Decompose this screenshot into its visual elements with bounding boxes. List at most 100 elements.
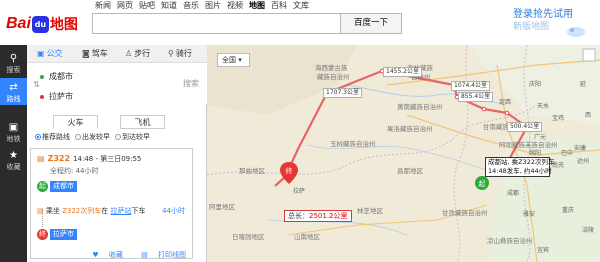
origin-field[interactable]: 成都市 bbox=[40, 71, 73, 82]
left-rail: ⚲ 搜索 ⇄ 路线 ▣ 地铁 ★ 收藏 bbox=[0, 45, 27, 262]
nav-wenku[interactable]: 文库 bbox=[290, 0, 312, 11]
mode-bike-label: 骑行 bbox=[175, 49, 192, 58]
rail-favorites[interactable]: ★ 收藏 bbox=[0, 146, 27, 173]
swap-icon[interactable]: ⇅ bbox=[33, 80, 40, 89]
start-badge: 起 bbox=[37, 181, 48, 192]
mode-drive[interactable]: ◙ 驾车 bbox=[82, 45, 108, 63]
map-label: 达州 bbox=[577, 158, 590, 165]
route-actions: ♥ 收藏 ▤ 打印线图 bbox=[76, 250, 186, 260]
end-station-row: 终拉萨市 bbox=[37, 229, 77, 240]
bike-icon: ⚲ bbox=[168, 49, 174, 58]
search-icon: ⚲ bbox=[9, 53, 18, 64]
map-label: 安康 bbox=[574, 145, 587, 152]
option-earliest-arrive-label: 到达较早 bbox=[122, 133, 150, 141]
top-nav: 新闻 网页 贴吧 知道 音乐 图片 视频 地图 百科 文库 bbox=[92, 0, 312, 11]
map-label: 成都 bbox=[507, 190, 520, 197]
nav-tieba[interactable]: 贴吧 bbox=[136, 0, 158, 11]
rail-route[interactable]: ⇄ 路线 bbox=[0, 78, 27, 105]
map-region-select[interactable]: 全国 ▾ bbox=[217, 53, 250, 67]
map-label: 西 bbox=[585, 112, 592, 119]
nav-news[interactable]: 新闻 bbox=[92, 0, 114, 11]
print-route-button[interactable]: ▤ 打印线图 bbox=[133, 251, 186, 259]
rail-metro-label: 地铁 bbox=[6, 135, 21, 143]
save-route-button[interactable]: ♥ 收藏 bbox=[84, 251, 123, 259]
promo-title: 登录抢先试用 bbox=[513, 9, 573, 20]
map-label: 天水 bbox=[537, 103, 550, 110]
tab-train[interactable]: 火车 bbox=[53, 115, 98, 129]
map-label: 藏族自治州 bbox=[317, 73, 350, 81]
map-label: 甘孜藏族自治州 bbox=[442, 209, 488, 217]
segment-distance: 500.4公里 bbox=[507, 122, 543, 132]
map-label: 宝鸡 bbox=[552, 115, 565, 122]
option-earliest-arrive[interactable]: 到达较早 bbox=[115, 132, 150, 142]
mode-bike[interactable]: ⚲ 骑行 bbox=[168, 45, 192, 63]
origin-dot-icon bbox=[40, 74, 44, 79]
rail-metro[interactable]: ▣ 地铁 bbox=[0, 118, 27, 145]
route-panel: ▣ 公交 ◙ 驾车 ♙ 步行 ⚲ 骑行 成都市 ⇅ 拉萨市 搜索 火车 飞机 推… bbox=[27, 45, 207, 262]
total-prefix: 总长： bbox=[288, 212, 309, 220]
metro-icon: ▣ bbox=[8, 122, 19, 133]
route-header: ▤ Z322 14:48 - 第三日09:55 bbox=[37, 154, 141, 164]
step-mid: 在 bbox=[101, 207, 109, 215]
step-station-link[interactable]: 拉萨站 bbox=[110, 207, 131, 215]
nav-images[interactable]: 图片 bbox=[202, 0, 224, 11]
top-header: Bai du 地图 新闻 网页 贴吧 知道 音乐 图片 视频 地图 百科 文库 … bbox=[0, 0, 600, 45]
segment-distance: 855.4公里 bbox=[458, 92, 494, 102]
nav-music[interactable]: 音乐 bbox=[180, 0, 202, 11]
map-label: 黄南藏族自治州 bbox=[397, 103, 443, 111]
route-step: ▤ 乘坐 Z322次列车在 拉萨站下车 44小时 bbox=[37, 206, 189, 216]
logo-paw-icon: du bbox=[31, 15, 49, 33]
map-label: 宜宾 bbox=[537, 247, 550, 254]
mode-walk[interactable]: ♙ 步行 bbox=[125, 45, 150, 63]
route-duration: 全程约: 44小时 bbox=[50, 167, 99, 175]
nav-map[interactable]: 地图 bbox=[246, 0, 268, 11]
map-label: 巴中 bbox=[561, 150, 574, 157]
option-recommended[interactable]: 推荐路线 bbox=[35, 132, 70, 142]
step-duration: 44小时 bbox=[162, 207, 185, 215]
save-label: 收藏 bbox=[108, 251, 123, 259]
map-canvas[interactable]: 起 终 全国 ▾ 海西蒙古族 藏族自治州 海北藏族 自治州 黄南藏族自治州 兰州… bbox=[207, 45, 600, 262]
map-label: 拉萨 bbox=[293, 188, 306, 195]
start-marker-text: 起 bbox=[479, 180, 486, 188]
map-svg: 起 终 bbox=[207, 45, 600, 262]
map-label: 山南地区 bbox=[294, 233, 320, 241]
promo-mascot-icon bbox=[567, 27, 585, 37]
route-result-card[interactable]: ▤ Z322 14:48 - 第三日09:55 全程约: 44小时 起成都市 ▤ 乘… bbox=[30, 148, 193, 259]
radio-icon bbox=[75, 134, 81, 140]
nav-baike[interactable]: 百科 bbox=[268, 0, 290, 11]
logo-ditu: 地图 bbox=[49, 17, 78, 33]
route-vertex bbox=[504, 110, 510, 116]
heart-icon: ♥ bbox=[92, 251, 99, 259]
car-icon: ◙ bbox=[82, 49, 90, 58]
nav-video[interactable]: 视频 bbox=[224, 0, 246, 11]
rail-search[interactable]: ⚲ 搜索 bbox=[0, 49, 27, 76]
origin-value: 成都市 bbox=[49, 72, 73, 81]
map-label: 延 bbox=[580, 81, 587, 88]
end-marker-text: 终 bbox=[286, 166, 293, 175]
destination-field[interactable]: 拉萨市 bbox=[40, 91, 73, 102]
search-input[interactable] bbox=[92, 13, 341, 34]
nav-zhidao[interactable]: 知道 bbox=[158, 0, 180, 11]
fullscreen-button[interactable] bbox=[582, 48, 596, 62]
option-earliest-depart[interactable]: 出发较早 bbox=[75, 132, 110, 142]
tab-flight[interactable]: 飞机 bbox=[120, 115, 165, 129]
start-station[interactable]: 成都市 bbox=[50, 181, 77, 192]
bus-icon: ▣ bbox=[37, 49, 45, 58]
map-label: 果洛藏族自治州 bbox=[387, 125, 433, 133]
mode-bus[interactable]: ▣ 公交 bbox=[37, 45, 63, 63]
step-suffix: 下车 bbox=[131, 207, 146, 215]
map-label: 涪陵 bbox=[582, 227, 595, 234]
walk-icon: ♙ bbox=[125, 49, 133, 58]
map-label: 广元 bbox=[534, 134, 547, 141]
print-label: 打印线图 bbox=[158, 251, 186, 259]
mode-walk-label: 步行 bbox=[134, 49, 151, 58]
end-station[interactable]: 拉萨市 bbox=[50, 229, 77, 240]
route-inputs: 成都市 ⇅ 拉萨市 搜索 bbox=[27, 63, 207, 104]
baidu-map-logo[interactable]: Bai du 地图 bbox=[6, 14, 78, 34]
info-line-1: 成都站, 乘Z322次列车 bbox=[488, 158, 555, 166]
app-root: Bai du 地图 新闻 网页 贴吧 知道 音乐 图片 视频 地图 百科 文库 … bbox=[0, 0, 600, 262]
search-button[interactable]: 百度一下 bbox=[341, 13, 402, 34]
info-line-2: 14:48发车, 约44小时 bbox=[488, 167, 552, 175]
route-search-button[interactable]: 搜索 bbox=[183, 78, 199, 89]
nav-web[interactable]: 网页 bbox=[114, 0, 136, 11]
